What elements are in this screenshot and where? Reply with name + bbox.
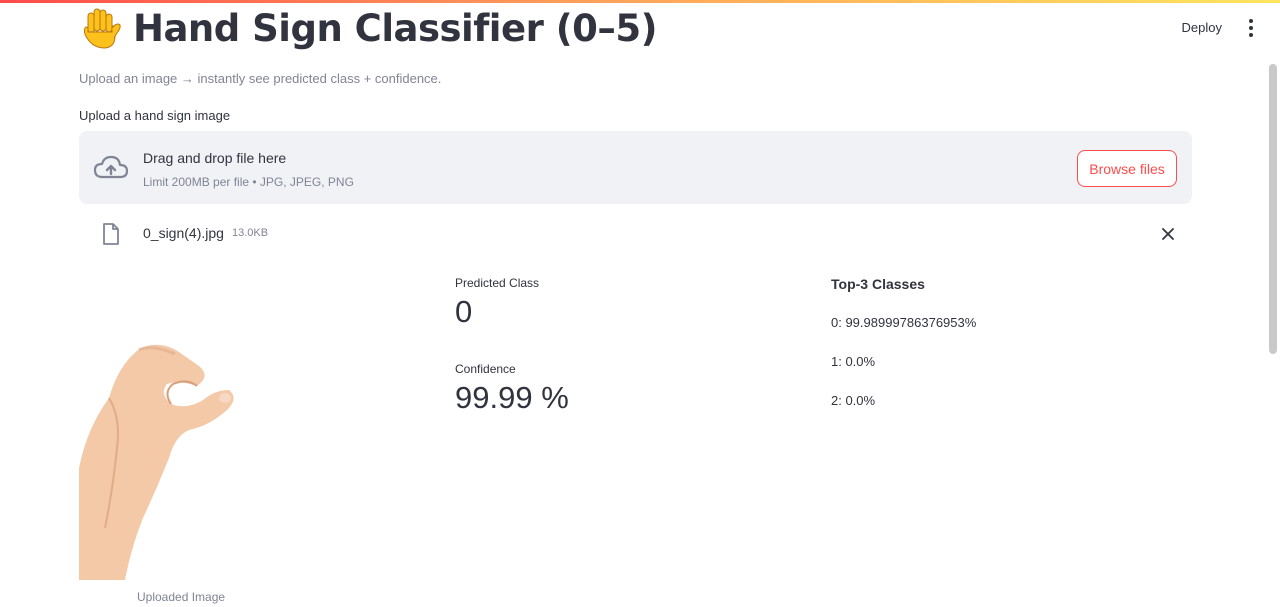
top3-item: 1: 0.0%	[831, 354, 876, 369]
uploaded-file-name: 0_sign(4).jpg	[143, 225, 224, 241]
deploy-button[interactable]: Deploy	[1176, 18, 1228, 37]
app-loading-bar	[0, 0, 1280, 3]
image-caption: Uploaded Image	[137, 590, 226, 604]
top3-item: 0: 99.98999786376953%	[831, 315, 977, 330]
uploaded-file-size: 13.0KB	[232, 227, 269, 239]
more-vert-icon[interactable]	[1244, 18, 1258, 37]
close-icon[interactable]	[1160, 226, 1176, 242]
file-icon	[103, 223, 119, 245]
top3-item: 2: 0.0%	[831, 393, 876, 408]
top3-classes: Top-3 Classes 0: 99.98999786376953% 1: 0…	[831, 276, 976, 408]
uploaded-file-row: 0_sign(4).jpg 13.0KB	[79, 218, 1192, 250]
confidence-metric: Confidence 99.99 %	[455, 362, 569, 416]
raised-hand-icon	[83, 8, 121, 49]
uploaded-hand-image	[79, 318, 249, 580]
predicted-class-metric: Predicted Class 0	[455, 276, 539, 330]
scrollbar[interactable]	[1269, 64, 1277, 354]
predicted-class-value: 0	[455, 294, 473, 329]
page-title: Hand Sign Classifier (0–5)	[133, 6, 658, 50]
uploader-label: Upload a hand sign image	[79, 108, 231, 123]
confidence-label: Confidence	[455, 362, 516, 376]
confidence-value: 99.99 %	[455, 380, 569, 415]
app-header-actions: Deploy	[1176, 18, 1258, 37]
file-dropzone[interactable]: Drag and drop file here Limit 200MB per …	[79, 131, 1192, 204]
dropzone-limit-text: Limit 200MB per file • JPG, JPEG, PNG	[143, 175, 354, 189]
browse-files-button[interactable]: Browse files	[1077, 150, 1177, 187]
cloud-upload-icon	[93, 155, 129, 179]
predicted-class-label: Predicted Class	[455, 276, 540, 290]
page-title-row: Hand Sign Classifier (0–5)	[79, 6, 658, 50]
dropzone-instructions: Drag and drop file here	[143, 150, 287, 166]
top3-title: Top-3 Classes	[831, 276, 925, 292]
page-subtitle: Upload an image → instantly see predicte…	[79, 71, 442, 86]
